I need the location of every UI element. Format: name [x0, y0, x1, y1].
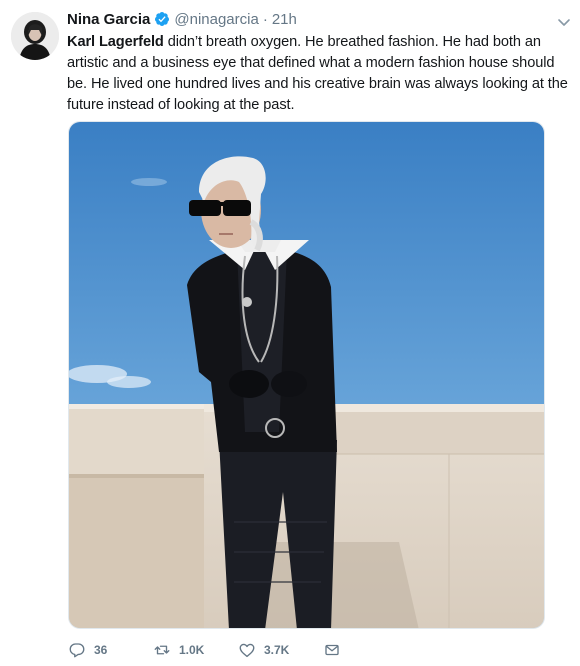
retweet-icon — [154, 645, 170, 655]
separator-dot: · — [262, 10, 268, 28]
reply-count: 36 — [94, 643, 108, 657]
user-handle[interactable]: @ninagarcia — [174, 11, 258, 28]
tweet-header: Nina Garcia @ninagarcia · 21h — [67, 8, 567, 30]
tweet-photo[interactable] — [68, 121, 545, 629]
tweet-text: Karl Lagerfeld didn’t breath oxygen. He … — [67, 32, 572, 116]
tweet-card[interactable]: Nina Garcia @ninagarcia · 21h Karl Lager… — [0, 0, 580, 666]
tweet-content: Nina Garcia @ninagarcia · 21h Karl Lager… — [67, 8, 568, 116]
reply-icon — [69, 643, 85, 658]
retweet-count: 1.0K — [179, 643, 205, 657]
tweet-timestamp[interactable]: 21h — [272, 11, 297, 28]
tweet-actions: 36 1.0K 3.7K — [68, 640, 341, 660]
photo-image — [69, 122, 544, 628]
reply-button[interactable]: 36 — [68, 641, 153, 659]
mentioned-name[interactable]: Karl Lagerfeld — [67, 34, 164, 50]
like-button[interactable]: 3.7K — [238, 641, 323, 659]
avatar-image — [11, 12, 59, 60]
direct-message-button[interactable] — [323, 641, 341, 659]
verified-badge-icon — [154, 11, 170, 27]
display-name[interactable]: Nina Garcia — [67, 11, 150, 28]
like-count: 3.7K — [264, 643, 290, 657]
envelope-icon — [325, 644, 339, 656]
avatar[interactable] — [11, 12, 59, 60]
chevron-down-icon[interactable] — [556, 14, 572, 30]
heart-icon — [239, 643, 255, 658]
retweet-button[interactable]: 1.0K — [153, 641, 238, 659]
